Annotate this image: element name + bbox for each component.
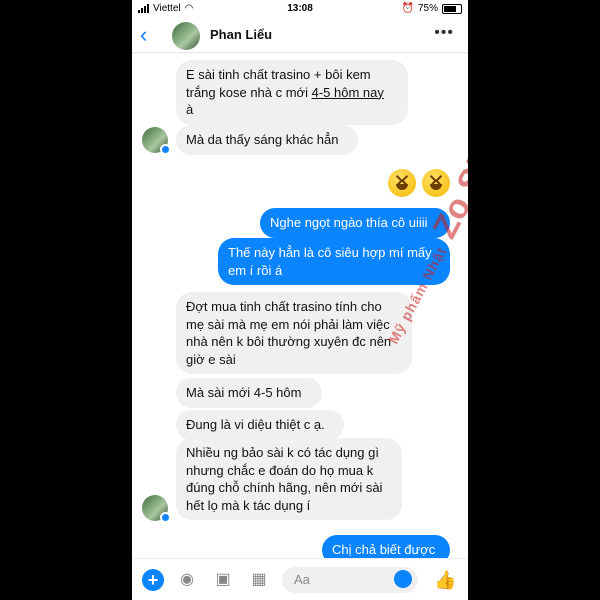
sender-avatar[interactable] bbox=[142, 495, 171, 523]
composer-bar: + ◉ ▣ ▦ Aa 👍 bbox=[132, 558, 468, 600]
outgoing-message[interactable]: Nghe ngọt ngào thía cô uiiii bbox=[260, 208, 450, 238]
outgoing-message[interactable]: Thế này hẳn là cô siêu hợp mí mấy em í r… bbox=[218, 238, 450, 285]
plus-icon[interactable]: + bbox=[142, 569, 164, 591]
incoming-message[interactable]: Đợt mua tinh chất trasino tính cho mẹ sà… bbox=[176, 292, 412, 374]
message-text: Thế này hẳn là cô siêu hợp mí mấy em í r… bbox=[228, 245, 432, 278]
incoming-message[interactable]: Mà da thấy sáng khác hẳn bbox=[176, 125, 358, 155]
message-text-underlined: 4-5 hôm nay bbox=[311, 84, 384, 100]
message-text: Mà da thấy sáng khác hẳn bbox=[186, 132, 339, 147]
status-bar: Viettel ◠ 13:08 ⏰ 75% bbox=[132, 0, 468, 18]
message-text: Nhiều ng bảo sài k có tác dụng gì nhưng … bbox=[186, 445, 383, 513]
message-text: Đung là vi diệu thiệt c ạ. bbox=[186, 417, 325, 432]
message-text: Mà sài mới 4-5 hôm bbox=[186, 385, 302, 400]
alarm-icon: ⏰ bbox=[401, 3, 414, 14]
like-icon[interactable]: 👍 bbox=[434, 569, 456, 591]
incoming-message[interactable]: Mà sài mới 4-5 hôm bbox=[176, 378, 322, 408]
message-input[interactable]: Aa bbox=[282, 567, 418, 593]
input-placeholder: Aa bbox=[294, 572, 310, 587]
message-list[interactable]: E sài tinh chất trasino + bôi kem trắng … bbox=[132, 53, 468, 565]
camera-icon[interactable]: ◉ bbox=[176, 569, 198, 591]
grid-icon[interactable]: ▦ bbox=[248, 569, 270, 591]
contact-avatar[interactable] bbox=[172, 22, 200, 50]
laughing-emoji-icon bbox=[422, 169, 450, 197]
laughing-emoji-icon bbox=[388, 169, 416, 197]
sender-avatar[interactable] bbox=[142, 127, 171, 155]
chat-header: ‹ Phan Liểu ••• bbox=[132, 18, 468, 53]
incoming-message[interactable]: Đung là vi diệu thiệt c ạ. bbox=[176, 410, 344, 440]
message-text: Đợt mua tinh chất trasino tính cho mẹ sà… bbox=[186, 299, 392, 367]
incoming-message[interactable]: Nhiều ng bảo sài k có tác dụng gì nhưng … bbox=[176, 438, 402, 520]
message-text: Nghe ngọt ngào thía cô uiiii bbox=[270, 215, 428, 230]
emoji-icon[interactable] bbox=[394, 570, 412, 588]
battery-label: 75% bbox=[417, 3, 438, 14]
messenger-badge-icon bbox=[160, 512, 171, 523]
more-icon[interactable]: ••• bbox=[434, 24, 454, 42]
contact-name[interactable]: Phan Liểu bbox=[210, 27, 272, 42]
phone-screen: Viettel ◠ 13:08 ⏰ 75% ‹ Phan Liểu ••• E … bbox=[132, 0, 468, 600]
messenger-badge-icon bbox=[160, 144, 171, 155]
back-icon[interactable]: ‹ bbox=[140, 22, 147, 48]
battery-icon bbox=[442, 3, 462, 14]
incoming-message[interactable]: E sài tinh chất trasino + bôi kem trắng … bbox=[176, 60, 408, 125]
message-text: Chị chả biết được bbox=[332, 542, 436, 557]
image-icon[interactable]: ▣ bbox=[212, 569, 234, 591]
message-text-end: à bbox=[186, 102, 194, 117]
